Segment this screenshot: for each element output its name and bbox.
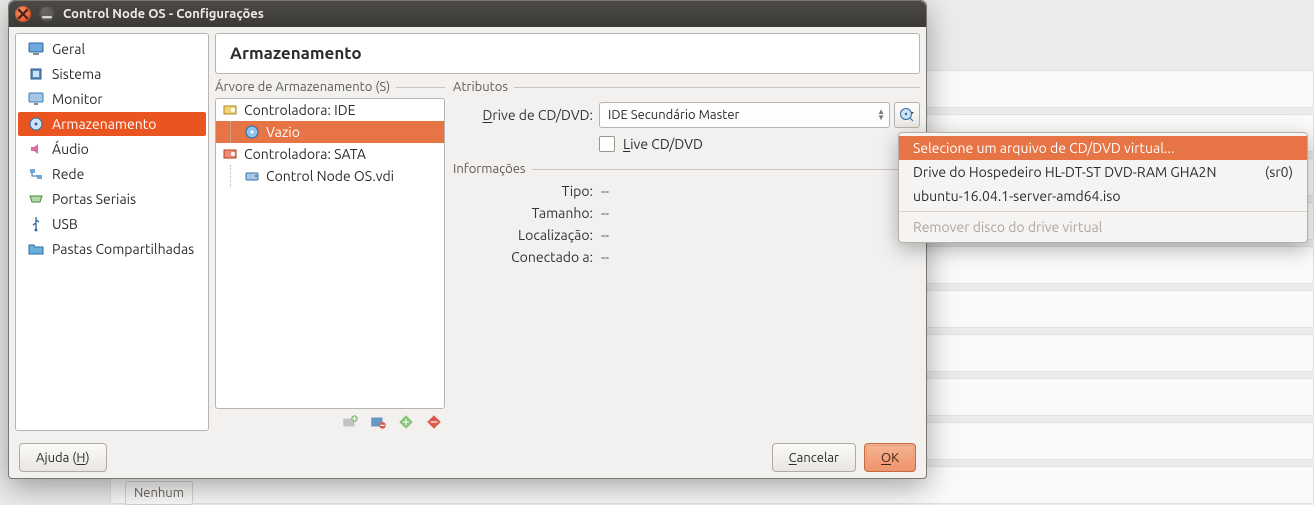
serial-icon <box>28 191 44 207</box>
tree-node-controller-ide[interactable]: Controladora: IDE <box>216 99 444 121</box>
sidebar-item-armazenamento[interactable]: Armazenamento <box>18 112 206 136</box>
remove-attachment-icon[interactable] <box>425 413 443 431</box>
drive-value: IDE Secundário Master <box>608 108 739 122</box>
sidebar-item-label: Rede <box>52 166 84 182</box>
sidebar-item-audio[interactable]: Áudio <box>18 137 206 161</box>
settings-sidebar: Geral Sistema Monitor Armazenamento Áudi… <box>15 33 209 431</box>
add-controller-icon[interactable] <box>341 413 359 431</box>
sidebar-item-rede[interactable]: Rede <box>18 162 206 186</box>
sidebar-item-label: Sistema <box>52 66 101 82</box>
sidebar-item-portas-seriais[interactable]: Portas Seriais <box>18 187 206 211</box>
tree-node-label: Controladora: IDE <box>244 102 355 118</box>
menu-item-label: Selecione um arquivo de CD/DVD virtual..… <box>913 140 1174 156</box>
tree-node-cd-empty[interactable]: Vazio <box>216 121 444 143</box>
cd-icon <box>244 124 260 140</box>
sidebar-item-label: Monitor <box>52 91 103 107</box>
sidebar-item-pastas[interactable]: Pastas Compartilhadas <box>18 237 206 261</box>
storage-tree[interactable]: Controladora: IDE Vazio Controladora: SA… <box>215 98 445 409</box>
sidebar-item-geral[interactable]: Geral <box>18 37 206 61</box>
choose-disk-button[interactable] <box>894 102 920 128</box>
tree-node-label: Controladora: SATA <box>244 146 366 162</box>
info-value: -- <box>601 183 609 199</box>
menu-item-remove-disk: Remover disco do drive virtual <box>899 215 1307 239</box>
folder-icon <box>28 241 44 257</box>
ok-button[interactable]: OK <box>864 443 916 472</box>
tree-node-label: Vazio <box>266 124 300 140</box>
display-icon <box>28 91 44 107</box>
info-label: Tipo: <box>453 183 593 199</box>
close-icon[interactable] <box>15 6 31 22</box>
cancel-button[interactable]: Cancelar <box>772 443 856 472</box>
hdd-icon <box>244 168 260 184</box>
tree-node-label: Control Node OS.vdi <box>266 168 394 184</box>
menu-item-label: Remover disco do drive virtual <box>913 219 1102 235</box>
disk-icon <box>28 116 44 132</box>
sidebar-item-label: USB <box>52 216 78 232</box>
info-value: -- <box>601 249 609 265</box>
sidebar-item-label: Geral <box>52 41 85 57</box>
settings-dialog: Control Node OS - Configurações Geral Si… <box>8 0 927 479</box>
usb-icon <box>28 216 44 232</box>
add-attachment-icon[interactable] <box>397 413 415 431</box>
sidebar-item-label: Áudio <box>52 141 89 157</box>
minimize-icon[interactable] <box>39 6 55 22</box>
controller-icon <box>222 102 238 118</box>
drive-label: Drive de CD/DVD: <box>453 107 593 123</box>
tree-node-controller-sata[interactable]: Controladora: SATA <box>216 143 444 165</box>
background-footer-chip: Nenhum <box>125 481 193 505</box>
section-header: Armazenamento <box>215 33 920 74</box>
sidebar-item-monitor[interactable]: Monitor <box>18 87 206 111</box>
remove-controller-icon[interactable] <box>369 413 387 431</box>
info-value: -- <box>601 205 609 221</box>
menu-separator <box>899 211 1307 212</box>
attributes-group-label: Atributos <box>453 80 920 94</box>
tree-node-vdi[interactable]: Control Node OS.vdi <box>216 165 444 187</box>
info-value: -- <box>601 227 609 243</box>
menu-item-label: Drive do Hospedeiro HL-DT-ST DVD-RAM GHA… <box>913 164 1216 180</box>
help-button[interactable]: Ajuda (H) <box>19 443 107 472</box>
live-cd-label: Live CD/DVD <box>623 136 703 152</box>
info-label: Conectado a: <box>453 249 593 265</box>
audio-icon <box>28 141 44 157</box>
info-group-label: Informações <box>453 162 920 176</box>
menu-item-select-virtual-disk[interactable]: Selecione um arquivo de CD/DVD virtual..… <box>899 136 1307 160</box>
chip-icon <box>28 66 44 82</box>
combobox-spinner-icon: ▲▼ <box>877 109 885 121</box>
titlebar[interactable]: Control Node OS - Configurações <box>9 1 926 27</box>
menu-item-label: ubuntu-16.04.1-server-amd64.iso <box>913 188 1121 204</box>
menu-item-host-drive[interactable]: Drive do Hospedeiro HL-DT-ST DVD-RAM GHA… <box>899 160 1307 184</box>
sidebar-item-label: Portas Seriais <box>52 191 136 207</box>
window-title: Control Node OS - Configurações <box>63 7 264 21</box>
sidebar-item-label: Armazenamento <box>52 116 156 132</box>
sidebar-item-usb[interactable]: USB <box>18 212 206 236</box>
live-cd-checkbox[interactable] <box>599 136 615 152</box>
sidebar-item-label: Pastas Compartilhadas <box>52 241 194 257</box>
disk-image-menu: Selecione um arquivo de CD/DVD virtual..… <box>898 132 1308 243</box>
tree-toolbar <box>215 409 445 431</box>
info-label: Tamanho: <box>453 205 593 221</box>
sidebar-item-sistema[interactable]: Sistema <box>18 62 206 86</box>
controller-icon <box>222 146 238 162</box>
menu-item-extra: (sr0) <box>1265 164 1293 180</box>
monitor-icon <box>28 41 44 57</box>
network-icon <box>28 166 44 182</box>
info-label: Localização: <box>453 227 593 243</box>
dialog-footer: Ajuda (H) Cancelar OK <box>9 437 926 478</box>
tree-group-label: Árvore de Armazenamento (S) <box>215 80 445 94</box>
menu-item-iso[interactable]: ubuntu-16.04.1-server-amd64.iso <box>899 184 1307 208</box>
drive-combobox[interactable]: IDE Secundário Master ▲▼ <box>599 102 890 128</box>
